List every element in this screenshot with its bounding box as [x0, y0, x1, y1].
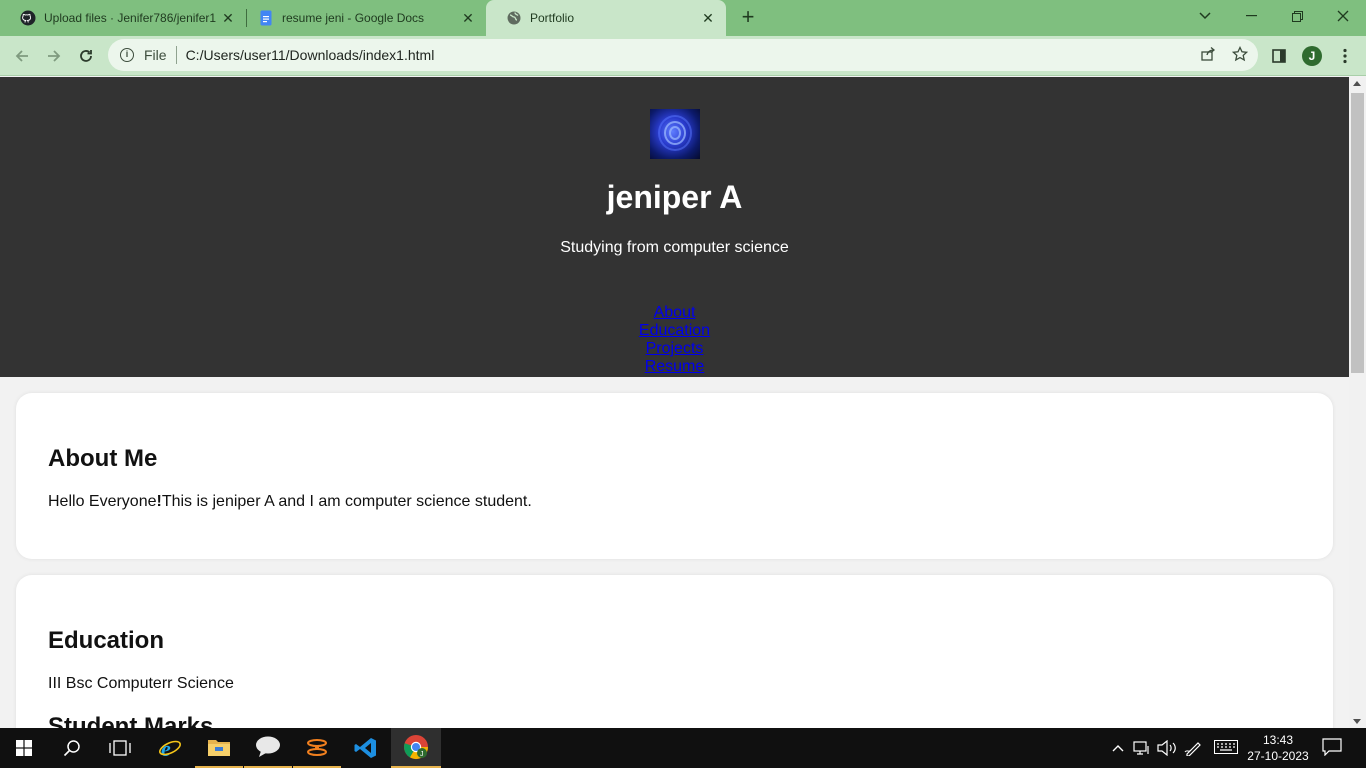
minimize-button[interactable] [1228, 0, 1274, 32]
clock-date: 27-10-2023 [1247, 749, 1309, 763]
volume-icon[interactable] [1157, 739, 1177, 757]
kebab-menu-icon [1343, 48, 1347, 64]
task-view-icon[interactable] [96, 728, 144, 768]
about-text-body: This is jeniper A and I am computer scie… [161, 493, 532, 510]
clock[interactable]: 13:43 27-10-2023 [1244, 732, 1312, 764]
nav-link-projects[interactable]: Projects [646, 340, 704, 358]
pen-icon[interactable] [1184, 740, 1204, 757]
page-title: jeniper A [606, 179, 743, 215]
profile-photo [650, 109, 700, 159]
site-nav: About Education Projects Resume [0, 304, 1349, 376]
share-icon[interactable] [1199, 46, 1217, 64]
forward-button[interactable] [40, 42, 68, 70]
tab-title: resume jeni - Google Docs [282, 11, 425, 25]
notification-icon[interactable] [1322, 738, 1344, 758]
internet-explorer-icon[interactable]: e [146, 728, 194, 768]
profile-button[interactable]: J [1300, 44, 1324, 68]
back-button[interactable] [8, 42, 36, 70]
bookmark-star-icon[interactable] [1231, 45, 1249, 64]
about-text-greeting: Hello Everyone [48, 493, 157, 510]
arrow-right-icon [48, 50, 61, 62]
page-scrollbar[interactable] [1349, 77, 1366, 728]
close-window-button[interactable] [1320, 0, 1366, 32]
svg-text:J: J [420, 751, 424, 758]
nav-link-resume[interactable]: Resume [645, 358, 705, 376]
tab-title: Portfolio [530, 11, 575, 25]
about-heading: About Me [48, 445, 158, 472]
education-degree: III Bsc Computerr Science [48, 675, 234, 692]
avatar: J [1302, 46, 1322, 66]
address-divider [175, 46, 177, 64]
close-tab-icon[interactable]: ✕ [220, 10, 236, 27]
page-subtitle: Studying from computer science [560, 239, 789, 256]
file-explorer-icon[interactable] [195, 728, 243, 768]
browser-toolbar: i File C:/Users/user11/Downloads/index1.… [0, 36, 1366, 76]
nav-link-about[interactable]: About [654, 304, 696, 322]
google-docs-icon [260, 10, 272, 26]
scheme-label: File [144, 47, 167, 63]
tab-title: Upload files · Jenifer786/jenifer1 [44, 11, 217, 25]
new-tab-button[interactable]: + [736, 6, 760, 30]
tab-github-upload[interactable]: Upload files · Jenifer786/jenifer1 ✕ [0, 0, 246, 36]
github-icon [20, 10, 36, 26]
side-panel-button[interactable] [1267, 44, 1291, 68]
page-viewport: jeniper A Studying from computer science… [0, 77, 1349, 728]
tab-portfolio[interactable]: Portfolio ✕ [486, 0, 726, 36]
site-info-icon[interactable]: i [120, 48, 134, 62]
nav-link-education[interactable]: Education [639, 322, 710, 340]
restore-button[interactable] [1274, 0, 1320, 32]
about-text: Hello Everyone!This is jeniper A and I a… [48, 493, 532, 511]
scroll-down-arrow-icon[interactable] [1353, 719, 1361, 724]
taskbar: e J 13:43 27-10-2023 [0, 728, 1366, 768]
java-icon[interactable] [293, 728, 341, 768]
show-hidden-icons-chevron-up-icon[interactable] [1108, 740, 1128, 756]
tab-search-chevron-down-icon[interactable] [1182, 0, 1228, 32]
windows-start-icon[interactable] [0, 728, 48, 768]
vscode-icon[interactable] [342, 728, 390, 768]
side-panel-icon [1272, 49, 1286, 63]
chat-icon[interactable] [244, 728, 292, 768]
arrow-left-icon [15, 50, 28, 62]
search-icon[interactable] [48, 728, 96, 768]
reload-icon [80, 50, 92, 62]
close-tab-icon[interactable]: ✕ [700, 10, 716, 27]
education-heading: Education [48, 627, 165, 654]
student-marks-heading: Student Marks [48, 713, 214, 728]
reload-button[interactable] [72, 42, 100, 70]
close-tab-icon[interactable]: ✕ [460, 10, 476, 27]
address-bar[interactable]: i File C:/Users/user11/Downloads/index1.… [108, 39, 1258, 71]
chrome-icon[interactable]: J [391, 728, 441, 768]
browser-tab-strip: Upload files · Jenifer786/jenifer1 ✕ res… [0, 0, 1366, 36]
keyboard-icon[interactable] [1214, 740, 1240, 756]
education-section: Education III Bsc Computerr Science Stud… [16, 575, 1333, 728]
menu-button[interactable] [1333, 44, 1357, 68]
scroll-up-arrow-icon[interactable] [1353, 81, 1361, 86]
url-text[interactable]: C:/Users/user11/Downloads/index1.html [186, 47, 435, 63]
tab-resume-docs[interactable]: resume jeni - Google Docs ✕ [238, 0, 486, 36]
network-icon[interactable] [1133, 740, 1153, 756]
globe-icon [507, 11, 521, 25]
site-header: jeniper A Studying from computer science… [0, 77, 1349, 377]
scrollbar-thumb[interactable] [1351, 93, 1364, 373]
clock-time: 13:43 [1262, 733, 1294, 747]
about-section: About Me Hello Everyone!This is jeniper … [16, 393, 1333, 559]
